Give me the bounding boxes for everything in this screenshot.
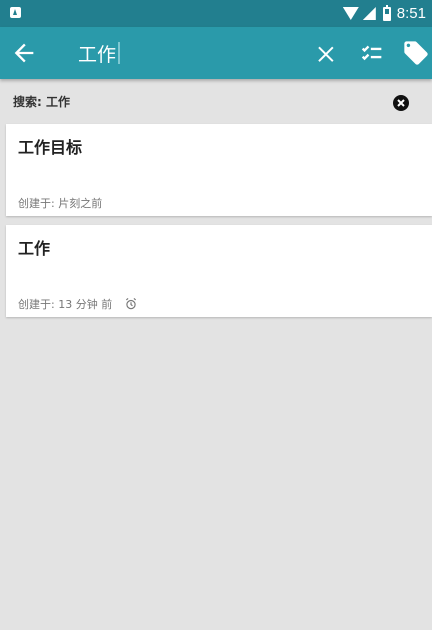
tag-button[interactable] [402, 39, 430, 67]
search-query-label: 搜索: 工作 [13, 95, 70, 109]
note-card[interactable]: 工作 创建于: 13 分钟 前 [6, 225, 432, 317]
wifi-icon [342, 7, 359, 20]
back-button[interactable] [10, 39, 38, 67]
alarm-icon [126, 298, 137, 310]
app-notification-icon [10, 7, 21, 18]
status-time: 8:51 [396, 5, 426, 22]
search-toolbar [0, 27, 432, 79]
note-meta: 创建于: 片刻之前 [18, 195, 102, 211]
text-caret [118, 42, 120, 64]
battery-icon [382, 4, 391, 21]
search-header: 搜索: 工作 [0, 79, 432, 123]
signal-icon [362, 7, 376, 20]
close-icon [318, 46, 334, 62]
note-created-time: 创建于: 13 分钟 前 [18, 298, 113, 311]
search-input[interactable] [78, 38, 288, 68]
note-title: 工作目标 [18, 138, 83, 157]
note-card[interactable]: 工作目标 创建于: 片刻之前 [6, 124, 432, 216]
clear-search-button[interactable] [393, 95, 409, 111]
close-circle-icon [397, 99, 405, 107]
status-indicators: 8:51 [342, 4, 426, 23]
status-bar: 8:51 [0, 0, 432, 27]
note-title: 工作 [18, 239, 51, 258]
clear-search-text-button[interactable] [312, 39, 340, 67]
checklist-icon [361, 45, 382, 61]
arrow-back-icon [14, 43, 34, 63]
note-created-time: 创建于: 片刻之前 [18, 197, 103, 210]
note-meta: 创建于: 13 分钟 前 [18, 296, 138, 312]
tag-icon [404, 41, 428, 65]
checklist-button[interactable] [358, 39, 386, 67]
